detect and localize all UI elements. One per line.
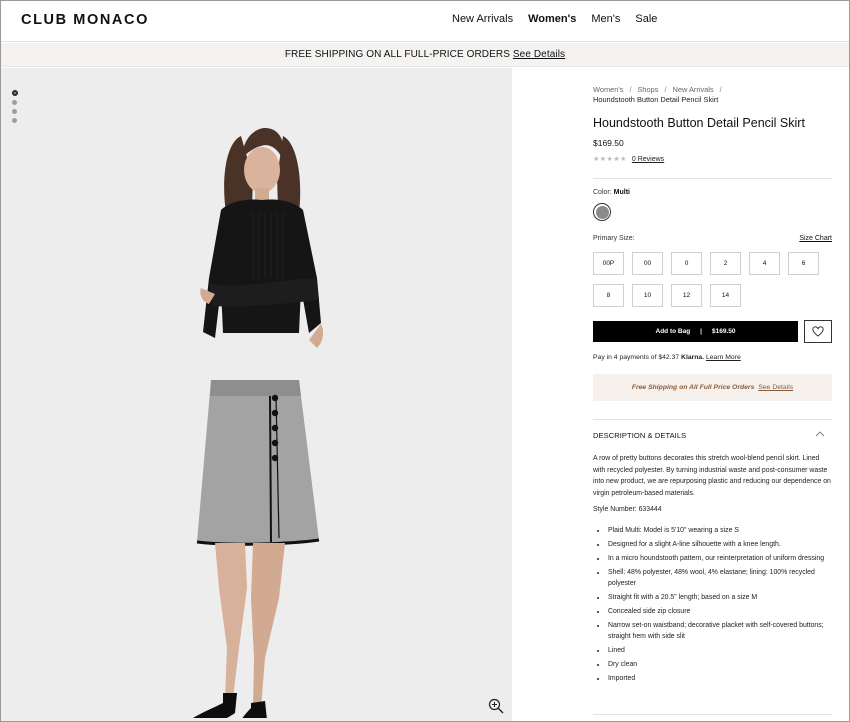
heart-icon — [812, 326, 824, 337]
list-item: Concealed side zip closure — [593, 606, 833, 617]
breadcrumb: Women's / Shops / New Arrivals / Houndstooth … — [593, 85, 833, 105]
add-to-bag-button[interactable]: Add to Bag | $169.50 — [593, 321, 798, 342]
main-nav: New Arrivals Women's Men's Sale — [452, 13, 657, 25]
size-option[interactable]: 00 — [632, 252, 663, 275]
product-description: A row of pretty buttons decorates this s… — [593, 455, 831, 498]
style-number: Style Number: 633444 — [593, 506, 662, 513]
gallery-dot-4[interactable] — [12, 118, 17, 123]
shipping-text: Free Shipping on All Full Price Orders — [631, 384, 755, 391]
swatch-fill — [595, 205, 609, 219]
product-rating: ★★★★★ 0 Reviews — [593, 155, 664, 164]
gallery-pagination — [12, 90, 18, 123]
shipping-see-details-link[interactable]: See Details — [758, 384, 793, 391]
rating-stars: ★★★★★ — [593, 156, 627, 163]
site-header: CLUB MONACO New Arrivals Women's Men's S… — [1, 1, 849, 42]
list-item: Lined — [593, 645, 833, 656]
add-to-bag-price: $169.50 — [712, 328, 736, 335]
wishlist-button[interactable] — [804, 320, 832, 343]
breadcrumb-womens[interactable]: Women's — [593, 85, 623, 94]
list-item: Designed for a slight A-line silhouette … — [593, 539, 833, 550]
breadcrumb-new-arrivals[interactable]: New Arrivals — [673, 85, 714, 94]
list-item: Narrow set-on waistband; decorative plac… — [593, 620, 833, 642]
promo-banner: FREE SHIPPING ON ALL FULL-PRICE ORDERS S… — [1, 43, 849, 67]
color-label-text: Color: — [593, 189, 612, 196]
product-price: $169.50 — [593, 138, 624, 148]
nav-new-arrivals[interactable]: New Arrivals — [452, 13, 513, 25]
color-swatch-multi[interactable] — [593, 203, 611, 221]
promo-text: FREE SHIPPING ON ALL FULL-PRICE ORDERS — [284, 49, 510, 60]
breadcrumb-separator: / — [719, 85, 722, 94]
color-value: Multi — [613, 189, 630, 196]
gallery-dot-1[interactable] — [12, 90, 18, 96]
add-to-bag-separator: | — [700, 328, 702, 335]
add-to-bag-label: Add to Bag — [655, 328, 691, 335]
size-selector: 00P 00 0 2 4 6 8 10 12 14 — [593, 252, 833, 307]
product-details-list: Plaid Multi: Model is 5'10" wearing a si… — [593, 525, 833, 687]
klarna-logo: Klarna. — [681, 354, 705, 361]
klarna-learn-more-link[interactable]: Learn More — [706, 354, 741, 361]
brand-logo[interactable]: CLUB MONACO — [21, 12, 149, 28]
zoom-icon[interactable] — [488, 698, 504, 714]
free-shipping-banner: Free Shipping on All Full Price Orders S… — [593, 374, 832, 401]
breadcrumb-separator: / — [629, 85, 632, 94]
breadcrumb-shops[interactable]: Shops — [638, 85, 659, 94]
chevron-up-icon[interactable] — [815, 430, 825, 438]
reviews-link[interactable]: 0 Reviews — [632, 156, 664, 163]
size-option[interactable]: 2 — [710, 252, 741, 275]
size-option[interactable]: 0 — [671, 252, 702, 275]
size-option[interactable]: 00P — [593, 252, 624, 275]
size-option[interactable]: 4 — [749, 252, 780, 275]
klarna-message: Pay in 4 payments of $42.37 Klarna. Lear… — [593, 354, 741, 361]
klarna-text: Pay in 4 payments of $42.37 — [593, 354, 680, 361]
product-model-image — [193, 128, 324, 718]
size-option[interactable]: 8 — [593, 284, 624, 307]
divider — [593, 419, 832, 420]
list-item: Dry clean — [593, 659, 833, 670]
description-accordion-header[interactable]: DESCRIPTION & DETAILS — [593, 431, 686, 440]
list-item: In a micro houndstooth pattern, our rein… — [593, 553, 833, 564]
size-option[interactable]: 10 — [632, 284, 663, 307]
list-item: Shell: 48% polyester, 48% wool, 4% elast… — [593, 567, 833, 589]
list-item: Imported — [593, 673, 833, 684]
list-item: Plaid Multi: Model is 5'10" wearing a si… — [593, 525, 833, 536]
gallery-dot-3[interactable] — [12, 109, 17, 114]
size-option[interactable]: 6 — [788, 252, 819, 275]
product-image-gallery[interactable] — [1, 68, 512, 721]
size-label: Primary Size: — [593, 235, 635, 242]
breadcrumb-separator: / — [664, 85, 667, 94]
page: CLUB MONACO New Arrivals Women's Men's S… — [0, 0, 850, 722]
size-option[interactable]: 14 — [710, 284, 741, 307]
gallery-dot-2[interactable] — [12, 100, 17, 105]
list-item: Straight fit with a 20.5" length; based … — [593, 592, 833, 603]
nav-sale[interactable]: Sale — [635, 13, 657, 25]
nav-mens[interactable]: Men's — [591, 13, 620, 25]
divider — [593, 714, 832, 715]
divider — [593, 178, 832, 179]
breadcrumb-current: Houndstooth Button Detail Pencil Skirt — [593, 95, 719, 104]
product-title: Houndstooth Button Detail Pencil Skirt — [593, 116, 805, 130]
nav-womens[interactable]: Women's — [528, 13, 576, 25]
color-label: Color: Multi — [593, 189, 630, 196]
promo-see-details-link[interactable]: See Details — [513, 49, 565, 60]
size-chart-link[interactable]: Size Chart — [799, 235, 832, 242]
size-option[interactable]: 12 — [671, 284, 702, 307]
